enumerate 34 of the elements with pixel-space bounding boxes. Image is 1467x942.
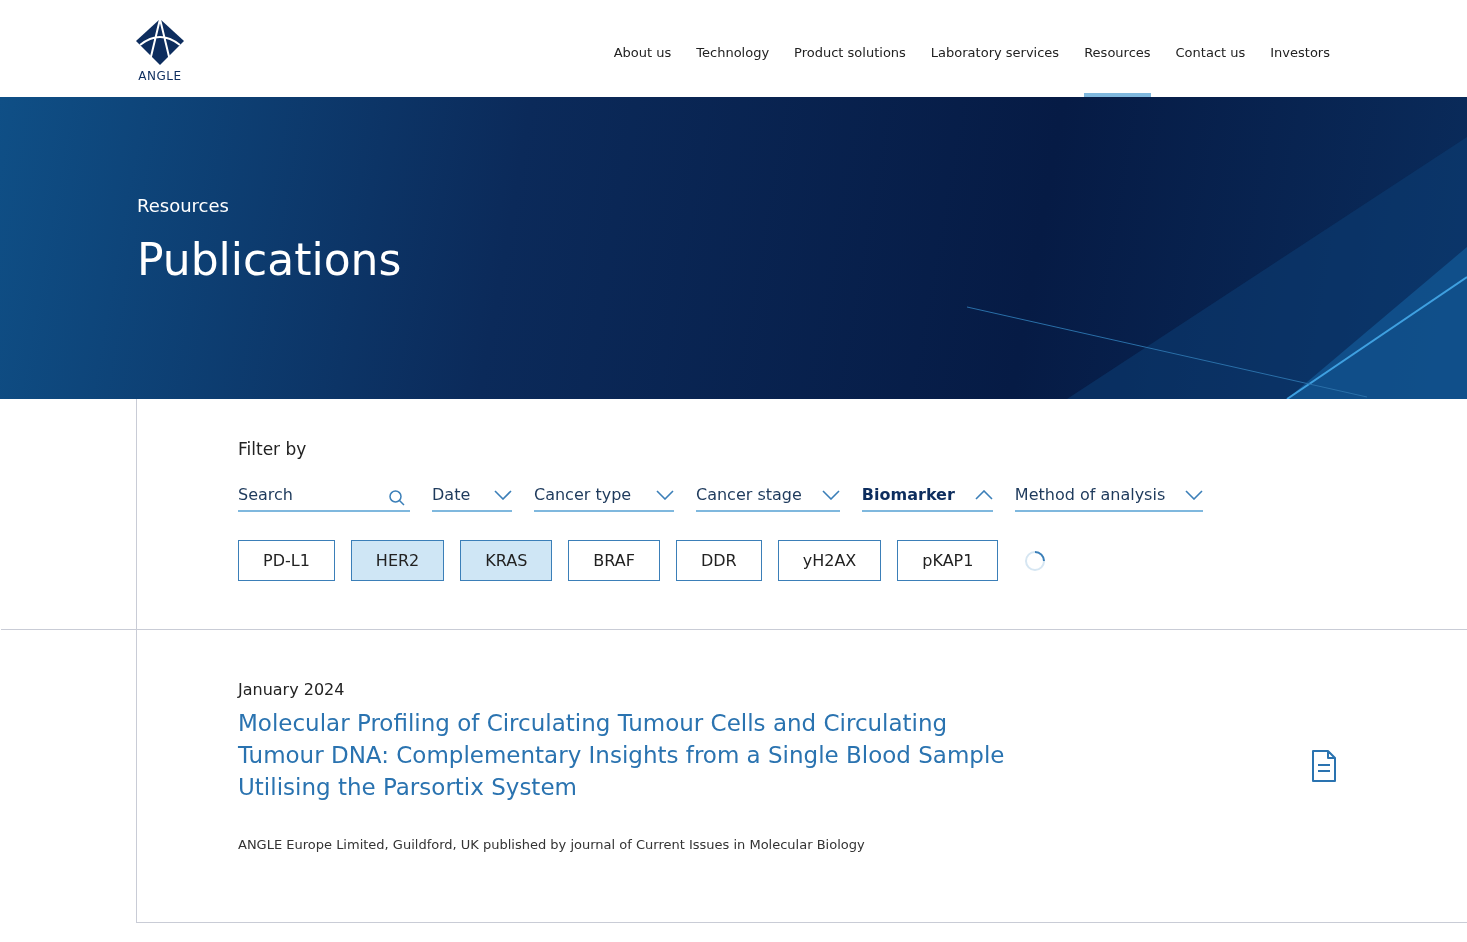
filter-chip[interactable]: pKAP1 <box>897 540 999 581</box>
filter-dropdown[interactable]: Cancer stage <box>696 481 840 512</box>
caret-icon <box>974 489 993 500</box>
filter-chip[interactable]: yH2AX <box>777 540 882 581</box>
nav-link[interactable]: Investors <box>1270 0 1330 97</box>
caret-icon <box>1185 489 1204 500</box>
search-icon <box>388 489 406 507</box>
logo-icon <box>136 18 184 67</box>
filter-chip[interactable]: KRAS <box>460 540 553 581</box>
publication-source: ANGLE Europe Limited, Guildford, UK published by journal of Current Issues in Molecular Biology <box>238 837 866 852</box>
nav-link[interactable]: About us <box>613 0 672 97</box>
filter-chip[interactable]: DDR <box>675 540 762 581</box>
document-icon[interactable] <box>1311 749 1337 783</box>
filter-dropdown[interactable]: Date <box>432 481 512 512</box>
nav-link[interactable]: Product solutions <box>794 0 906 97</box>
filter-label: Filter by <box>238 439 308 459</box>
filter-dropdown[interactable]: Method of analysis <box>1014 481 1204 512</box>
filter-dropdown[interactable]: Cancer type <box>534 481 674 512</box>
logo-text: ANGLE <box>138 68 182 83</box>
filter-chip[interactable]: PD-L1 <box>238 540 335 581</box>
search-field[interactable]: Search <box>238 481 410 512</box>
nav-link[interactable]: Laboratory services <box>930 0 1060 97</box>
filter-dropdown[interactable]: Biomarker <box>861 481 993 512</box>
filter-chip[interactable]: BRAF <box>568 540 660 581</box>
caret-icon <box>656 489 674 500</box>
breadcrumb: Resources <box>137 195 230 216</box>
filter-chip[interactable]: HER2 <box>350 540 445 581</box>
page-title: Publications <box>137 234 403 285</box>
publication-title-link[interactable]: Molecular Profiling of Circulating Tumour Cells and Circulating Tumour DNA: Complementary Insights from a Single Blood Sample Utilising the Parsortix System <box>238 707 1008 803</box>
caret-icon <box>821 489 840 500</box>
nav-link[interactable]: Contact us <box>1175 0 1246 97</box>
publication-date: January 2024 <box>238 680 346 699</box>
nav-link[interactable]: Technology <box>696 0 770 97</box>
caret-icon <box>494 489 512 500</box>
